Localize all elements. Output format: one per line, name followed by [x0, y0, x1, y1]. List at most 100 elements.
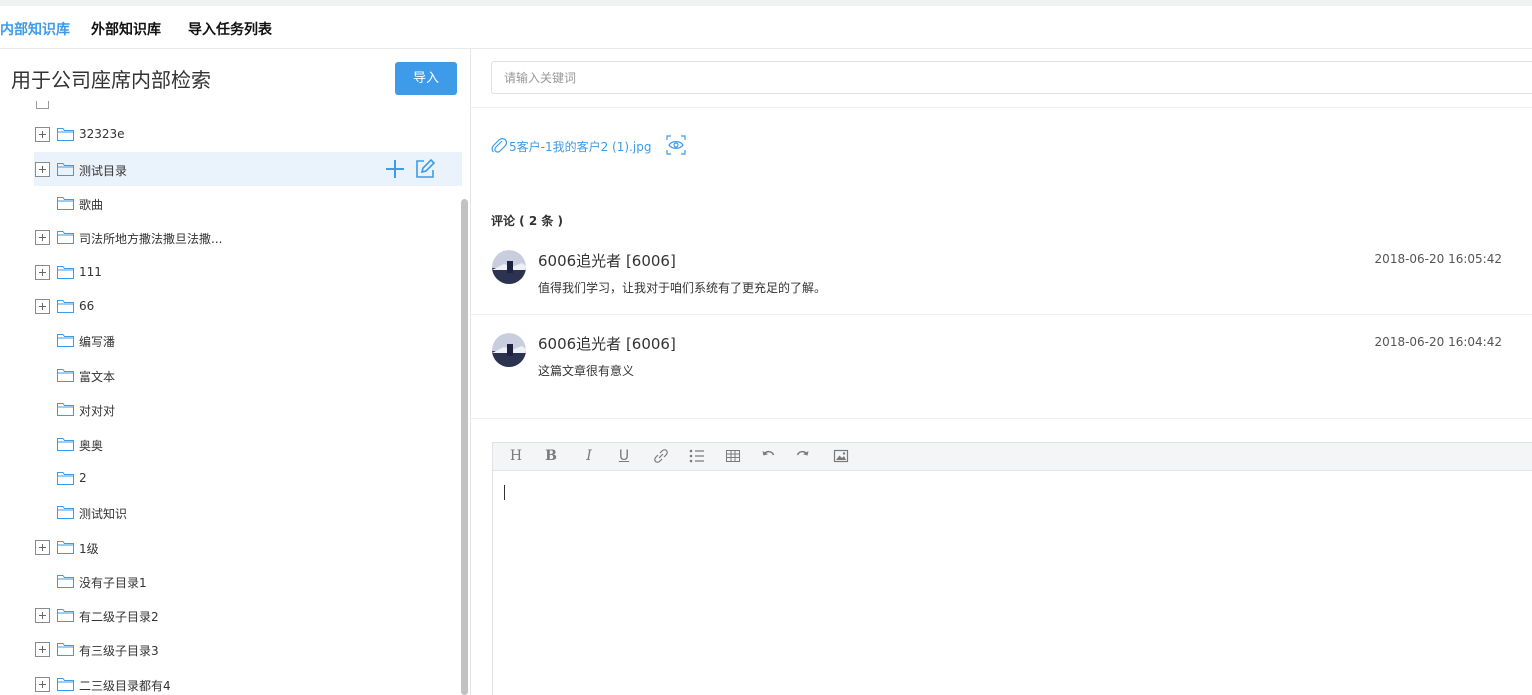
- comment-user: 6006追光者 [6006]: [538, 252, 676, 270]
- expand-icon[interactable]: [35, 230, 50, 245]
- preview-eye-icon[interactable]: [666, 135, 686, 155]
- italic-button[interactable]: I: [582, 446, 596, 466]
- folder-icon: [57, 403, 74, 416]
- tree-item[interactable]: 奥奥: [34, 427, 462, 461]
- tree-item-label: 1级: [79, 542, 99, 556]
- import-button[interactable]: 导入: [395, 62, 457, 95]
- tree-item-label: 32323e: [79, 127, 125, 141]
- folder-icon: [57, 643, 74, 656]
- tree-item-label: 有三级子目录3: [79, 644, 159, 658]
- tree-item-label: 测试知识: [79, 507, 128, 521]
- tree-item[interactable]: 有二级子目录2: [34, 598, 462, 632]
- tree-item[interactable]: 没有子目录1: [34, 564, 462, 598]
- tree-item[interactable]: 富文本: [34, 358, 462, 392]
- text-cursor: [504, 485, 505, 500]
- divider: [471, 314, 1532, 315]
- folder-icon: [57, 334, 74, 347]
- heading-button[interactable]: H: [509, 446, 523, 466]
- tree-item-selected[interactable]: 测试目录: [34, 152, 462, 186]
- tab-internal-kb[interactable]: 内部知识库: [0, 19, 70, 39]
- folder-icon: [57, 369, 74, 382]
- image-icon[interactable]: [833, 446, 849, 466]
- expand-icon[interactable]: [35, 265, 50, 280]
- content-panel: 5客户-1我的客户2 (1).jpg 评论 ( 2 条 ) 6006追光者 [6…: [471, 49, 1532, 695]
- tree-item-label: 奥奥: [79, 439, 104, 453]
- tree-item-label: 富文本: [79, 370, 116, 384]
- tree-item[interactable]: 32323e: [34, 117, 462, 151]
- tree-item-label: 111: [79, 265, 102, 279]
- tree-item-label: 没有子目录1: [79, 576, 147, 590]
- tree-item[interactable]: 对对对: [34, 392, 462, 426]
- folder-icon: [57, 438, 74, 451]
- comment-time: 2018-06-20 16:05:42: [1374, 252, 1502, 266]
- tree-item-label: 测试目录: [79, 164, 128, 178]
- expand-icon[interactable]: [35, 162, 50, 177]
- comment-time: 2018-06-20 16:04:42: [1374, 335, 1502, 349]
- tree-item-label: 对对对: [79, 404, 116, 418]
- link-icon[interactable]: [653, 446, 669, 466]
- tree-item-label: 编写潘: [79, 335, 116, 349]
- tree-item-label: 歌曲: [79, 198, 104, 212]
- avatar: [492, 250, 526, 284]
- kb-title: 用于公司座席内部检索: [11, 68, 211, 92]
- attachment-link[interactable]: 5客户-1我的客户2 (1).jpg: [509, 138, 651, 155]
- folder-icon: [57, 231, 74, 244]
- tree-item-label: 2: [79, 471, 87, 485]
- partial-tree-node: [36, 101, 49, 109]
- tab-import-tasks[interactable]: 导入任务列表: [188, 19, 272, 39]
- underline-button[interactable]: U: [617, 446, 631, 466]
- tab-external-kb[interactable]: 外部知识库: [91, 19, 161, 39]
- tree-item-label: 66: [79, 299, 95, 313]
- tree-item[interactable]: 2: [34, 461, 462, 495]
- avatar: [492, 333, 526, 367]
- comment-editor[interactable]: H B I U: [492, 442, 1532, 695]
- tree-item[interactable]: 编写潘: [34, 323, 462, 357]
- folder-icon: [57, 266, 74, 279]
- folder-icon: [57, 575, 74, 588]
- paperclip-icon: [491, 138, 507, 153]
- tree-item[interactable]: 1级: [34, 530, 462, 564]
- folder-icon: [57, 128, 74, 141]
- undo-icon[interactable]: [760, 446, 776, 466]
- list-icon[interactable]: [688, 446, 706, 466]
- folder-icon: [57, 506, 74, 519]
- folder-icon: [57, 472, 74, 485]
- comment-item: 6006追光者 [6006] 这篇文章很有意义 2018-06-20 16:04…: [471, 333, 1532, 437]
- folder-icon: [57, 678, 74, 691]
- tree-item-label: 司法所地方撒法撒旦法撒...: [79, 232, 223, 246]
- folder-icon: [57, 300, 74, 313]
- expand-icon[interactable]: [35, 677, 50, 692]
- tree-item[interactable]: 66: [34, 289, 462, 323]
- kb-tree-panel: 用于公司座席内部检索 导入 32323e 测试目录 歌曲 司法所地方撒法撒旦法撒…: [0, 49, 471, 695]
- folder-icon: [57, 609, 74, 622]
- expand-icon[interactable]: [35, 642, 50, 657]
- comment-user: 6006追光者 [6006]: [538, 335, 676, 353]
- editor-toolbar: H B I U: [493, 443, 1532, 471]
- tree-item-label: 有二级子目录2: [79, 610, 159, 624]
- divider: [471, 418, 1532, 419]
- expand-icon[interactable]: [35, 299, 50, 314]
- folder-icon: [57, 197, 74, 210]
- tree-item[interactable]: 歌曲: [34, 186, 462, 220]
- comments-title: 评论 ( 2 条 ): [491, 214, 564, 228]
- folder-icon: [57, 163, 74, 176]
- tree-item[interactable]: 测试知识: [34, 495, 462, 529]
- search-input[interactable]: [491, 61, 1532, 94]
- tree-item[interactable]: 司法所地方撒法撒旦法撒...: [34, 220, 462, 254]
- comment-text: 值得我们学习，让我对于咱们系统有了更充足的了解。: [538, 281, 827, 295]
- expand-icon[interactable]: [35, 127, 50, 142]
- expand-icon[interactable]: [35, 540, 50, 555]
- redo-icon[interactable]: [795, 446, 811, 466]
- expand-icon[interactable]: [35, 608, 50, 623]
- folder-icon: [57, 541, 74, 554]
- edit-icon[interactable]: [414, 158, 436, 180]
- tree-item[interactable]: 111: [34, 255, 462, 289]
- table-icon[interactable]: [725, 446, 741, 466]
- tree-scrollbar[interactable]: [461, 199, 468, 695]
- divider: [471, 107, 1532, 108]
- tree-item[interactable]: 有三级子目录3: [34, 632, 462, 666]
- tree-item[interactable]: 二三级目录都有4: [34, 667, 462, 695]
- add-icon[interactable]: [384, 158, 406, 180]
- tree-item-label: 二三级目录都有4: [79, 679, 171, 693]
- bold-button[interactable]: B: [544, 446, 558, 466]
